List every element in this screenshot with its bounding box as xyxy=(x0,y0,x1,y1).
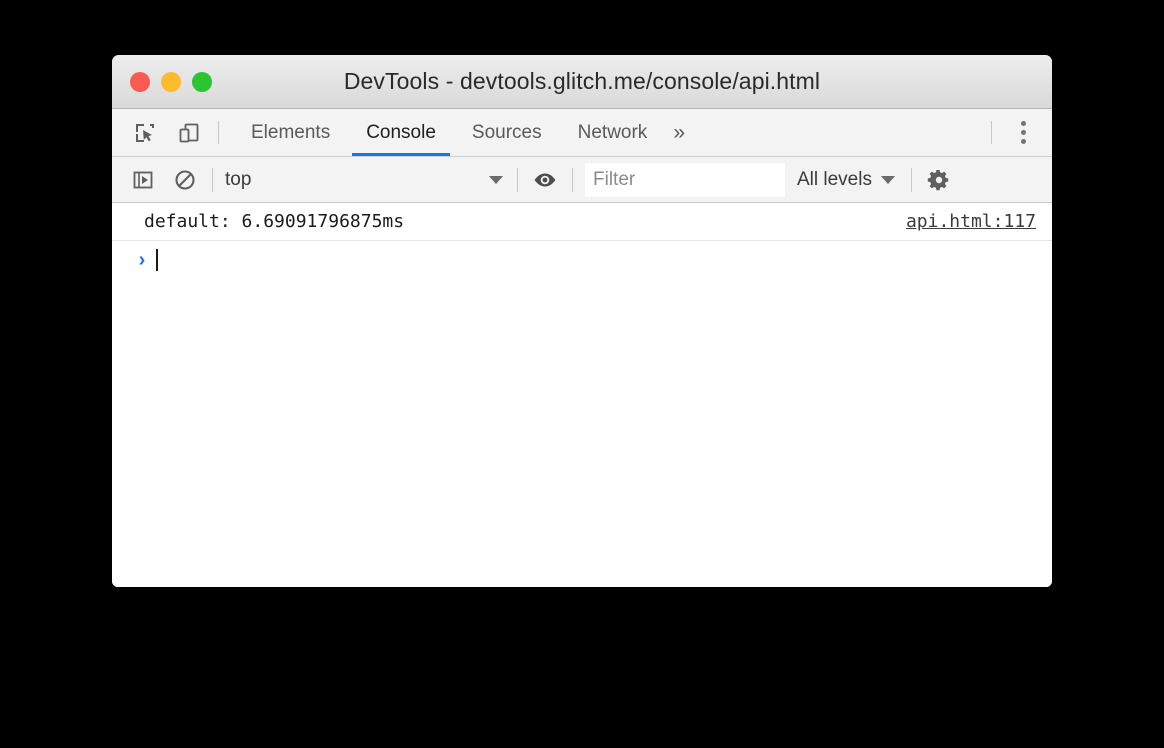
console-sidebar-icon[interactable] xyxy=(128,165,158,195)
console-prompt-row[interactable]: › xyxy=(112,241,1052,279)
chevron-down-icon xyxy=(880,175,895,184)
chevron-down-icon xyxy=(489,175,503,184)
minimize-button[interactable] xyxy=(161,71,181,92)
window-title: DevTools - devtools.glitch.me/console/ap… xyxy=(343,68,821,94)
tabbar-right-divider xyxy=(991,121,992,144)
tab-sources[interactable]: Sources xyxy=(454,109,560,156)
devtools-tabbar: Elements Console Sources Network » xyxy=(112,109,1052,157)
execution-context-value: top xyxy=(225,168,252,190)
toolbar-divider xyxy=(212,167,213,192)
tab-label: Elements xyxy=(251,121,331,143)
tab-console[interactable]: Console xyxy=(348,109,454,156)
tab-elements[interactable]: Elements xyxy=(233,109,348,156)
close-button[interactable] xyxy=(130,71,150,92)
clear-console-icon[interactable] xyxy=(170,165,200,195)
console-message-text: default: 6.69091796875ms xyxy=(144,211,405,232)
console-filter-input[interactable] xyxy=(585,162,785,197)
console-message-area[interactable]: default: 6.69091796875ms api.html:117 › xyxy=(112,203,1052,587)
window-controls xyxy=(130,71,212,92)
prompt-chevron-icon: › xyxy=(138,249,146,271)
tab-network[interactable]: Network xyxy=(560,109,666,156)
tabbar-left-icons xyxy=(112,109,204,156)
console-toolbar: top All levels xyxy=(112,157,1052,203)
window-titlebar: DevTools - devtools.glitch.me/console/ap… xyxy=(112,55,1052,109)
more-tabs-icon[interactable]: » xyxy=(665,109,701,156)
dot xyxy=(1020,139,1026,144)
inspect-element-icon[interactable] xyxy=(130,118,160,148)
device-toolbar-icon[interactable] xyxy=(174,118,204,148)
console-prompt-input[interactable] xyxy=(160,248,1052,272)
console-message-row[interactable]: default: 6.69091796875ms api.html:117 xyxy=(112,203,1052,241)
devtools-window: DevTools - devtools.glitch.me/console/ap… xyxy=(112,55,1052,587)
dot xyxy=(1020,121,1026,126)
text-cursor xyxy=(156,249,158,271)
tab-label: Console xyxy=(366,121,436,143)
dot xyxy=(1020,130,1026,135)
tabbar-right xyxy=(977,109,1052,156)
tab-label: Sources xyxy=(471,121,542,143)
tabbar-divider xyxy=(218,121,219,144)
log-level-value: All levels xyxy=(797,168,872,190)
panel-tabs: Elements Console Sources Network » xyxy=(233,109,701,156)
execution-context-dropdown[interactable]: top xyxy=(225,169,505,191)
zoom-button[interactable] xyxy=(192,71,212,92)
more-vertical-icon[interactable] xyxy=(1006,109,1040,156)
tab-label: Network xyxy=(577,121,648,143)
toolbar-divider xyxy=(517,167,518,192)
toolbar-divider xyxy=(572,167,573,192)
log-level-dropdown[interactable]: All levels xyxy=(797,169,897,191)
eye-icon[interactable] xyxy=(530,165,560,195)
gear-icon[interactable] xyxy=(924,165,954,195)
toolbar-divider xyxy=(910,167,912,192)
console-message-source-link[interactable]: api.html:117 xyxy=(906,211,1036,232)
